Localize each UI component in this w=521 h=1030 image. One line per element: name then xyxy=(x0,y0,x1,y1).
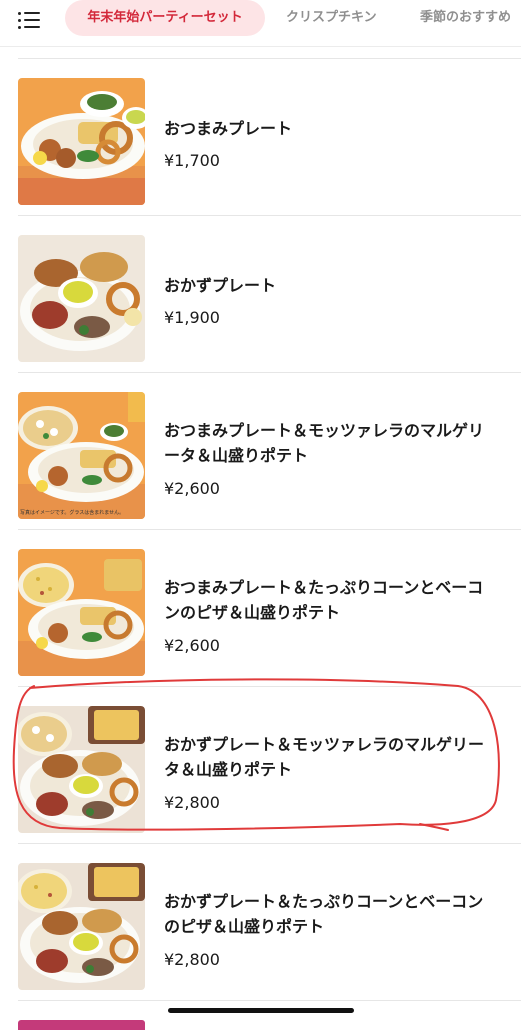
food-photo: 写真はイメージです。グラスは含まれません。 xyxy=(18,392,145,519)
item-name: おかずプレート＆たっぷりコーンとベーコンのピザ＆山盛りポテト xyxy=(164,892,484,936)
item-price: ¥2,800 xyxy=(164,793,220,812)
divider xyxy=(18,529,521,530)
item-price: ¥2,600 xyxy=(164,636,220,655)
divider xyxy=(18,58,521,59)
food-photo xyxy=(18,78,145,205)
menu-item[interactable]: おかずプレート＆たっぷりコーンとベーコンのピザ＆山盛りポテト ¥2,800 xyxy=(0,843,521,1000)
item-price: ¥2,600 xyxy=(164,479,220,498)
next-item-photo-edge xyxy=(18,1020,145,1030)
item-price: ¥2,800 xyxy=(164,950,220,969)
item-name: おつまみプレート＆たっぷりコーンとベーコンのピザ＆山盛りポテト xyxy=(164,578,484,622)
menu-item[interactable]: おつまみプレート ¥1,700 xyxy=(0,58,521,215)
top-navigation: 年末年始パーティーセット クリスプチキン 季節のおすすめ xyxy=(0,0,521,47)
food-photo xyxy=(18,235,145,362)
item-price: ¥1,700 xyxy=(164,151,220,170)
menu-item[interactable]: 写真はイメージです。グラスは含まれません。 おつまみプレート＆モッツァレラのマル… xyxy=(0,372,521,529)
divider xyxy=(18,1000,521,1001)
tab-crisp-chicken[interactable]: クリスプチキン xyxy=(286,0,377,36)
item-price: ¥1,900 xyxy=(164,308,220,327)
menu-item[interactable]: おつまみプレート＆たっぷりコーンとベーコンのピザ＆山盛りポテト ¥2,600 xyxy=(0,529,521,686)
divider xyxy=(18,686,521,687)
image-caption: 写真はイメージです。グラスは含まれません。 xyxy=(20,510,125,516)
tab-new-year-party-set[interactable]: 年末年始パーティーセット xyxy=(65,0,265,36)
item-name: おかずプレート＆モッツァレラのマルゲリータ＆山盛りポテト xyxy=(164,735,485,779)
item-name: おつまみプレート＆モッツァレラのマルゲリータ＆山盛りポテト xyxy=(164,421,485,465)
food-photo xyxy=(18,549,145,676)
food-photo xyxy=(18,863,145,990)
menu-item[interactable]: おかずプレート ¥1,900 xyxy=(0,215,521,372)
menu-icon[interactable] xyxy=(18,11,42,31)
menu-item[interactable]: おかずプレート＆モッツァレラのマルゲリータ＆山盛りポテト ¥2,800 xyxy=(0,686,521,843)
divider xyxy=(18,843,521,844)
item-name: おかずプレート xyxy=(164,276,277,295)
divider xyxy=(18,215,521,216)
item-name: おつまみプレート xyxy=(164,119,293,138)
tab-seasonal-recommendations[interactable]: 季節のおすすめ xyxy=(420,0,511,36)
food-photo xyxy=(18,706,145,833)
home-indicator[interactable] xyxy=(168,1008,354,1013)
divider xyxy=(18,372,521,373)
